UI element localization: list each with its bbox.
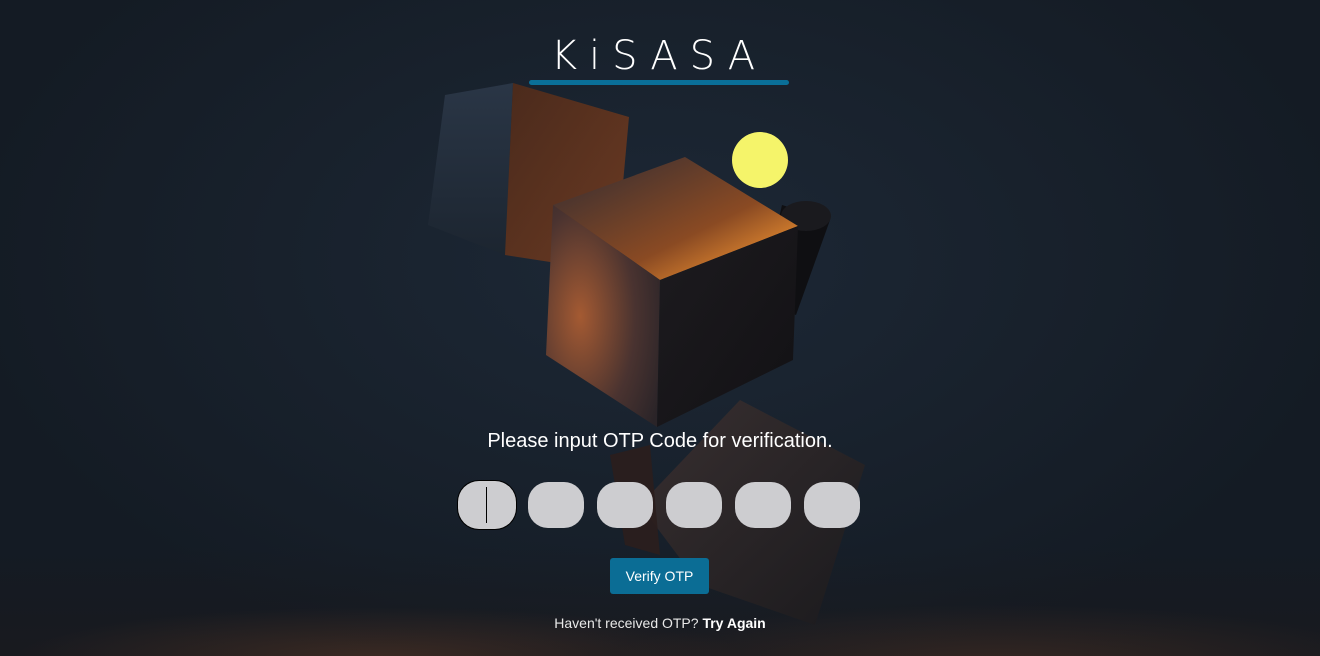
resend-otp-line: Haven't received OTP? Try Again <box>0 615 1320 631</box>
otp-digit-6[interactable] <box>804 482 860 528</box>
otp-input-group <box>459 482 861 528</box>
otp-digit-1[interactable] <box>459 482 515 528</box>
otp-digit-2[interactable] <box>528 482 584 528</box>
otp-digit-1-wrapper <box>459 482 515 528</box>
otp-digit-4[interactable] <box>666 482 722 528</box>
text-caret <box>486 487 487 523</box>
otp-digit-3[interactable] <box>597 482 653 528</box>
otp-form: Please input OTP Code for verification. … <box>0 0 1320 656</box>
verify-otp-button[interactable]: Verify OTP <box>610 558 709 594</box>
otp-prompt: Please input OTP Code for verification. <box>487 430 833 452</box>
resend-question: Haven't received OTP? <box>554 615 699 631</box>
try-again-link[interactable]: Try Again <box>702 615 765 631</box>
otp-digit-5[interactable] <box>735 482 791 528</box>
